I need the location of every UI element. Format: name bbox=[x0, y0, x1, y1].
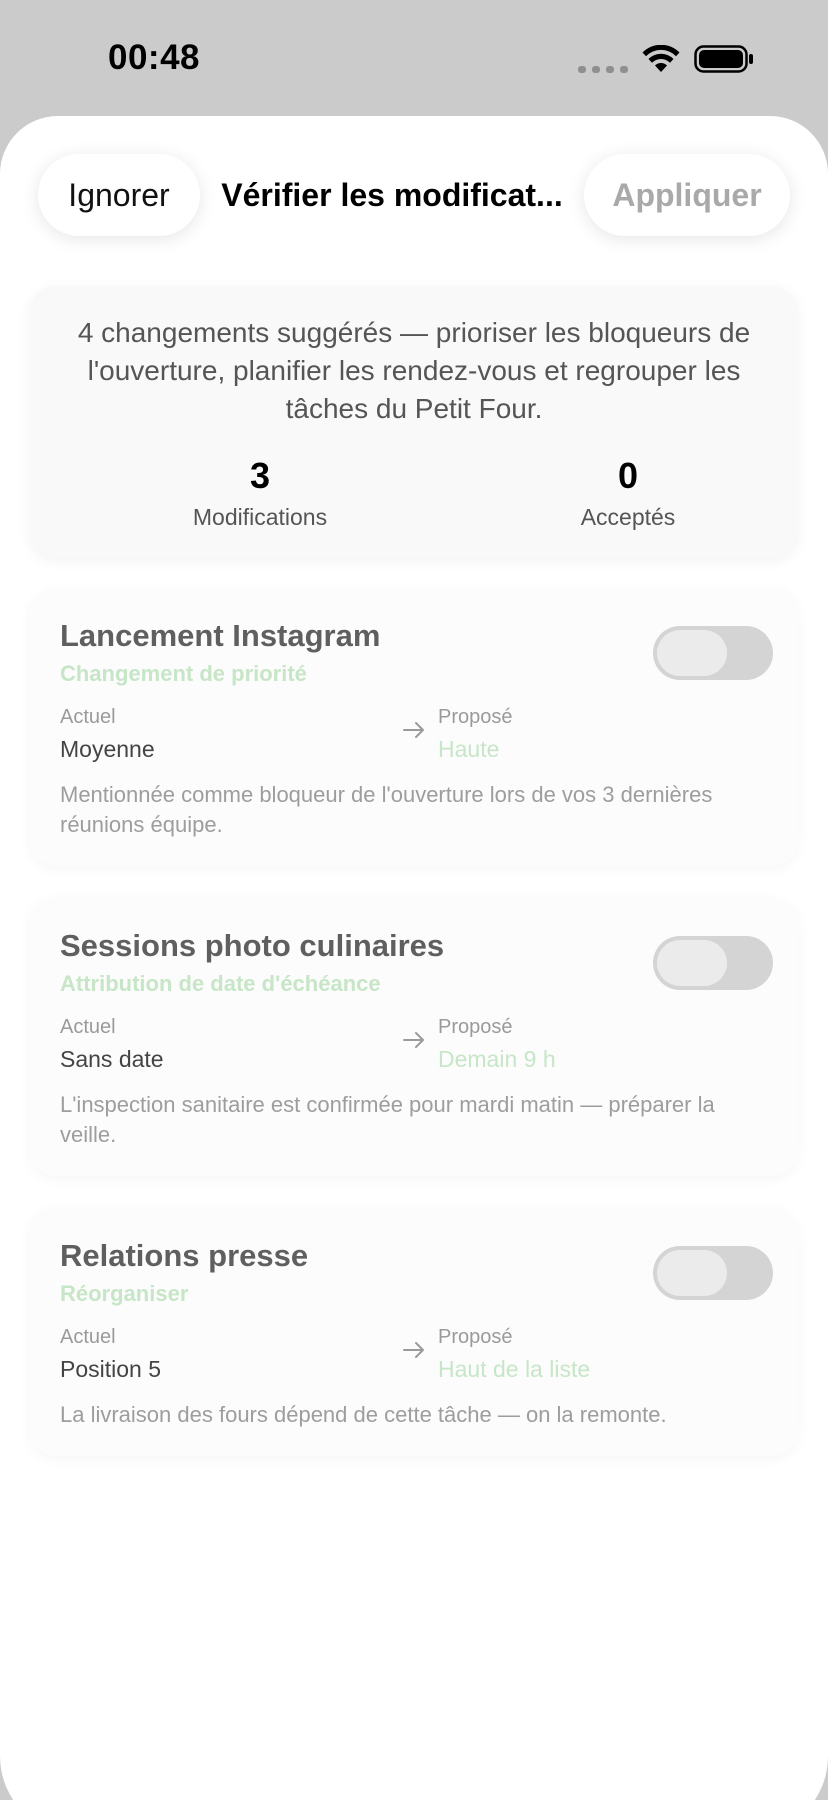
change-reason: La livraison des fours dépend de cette t… bbox=[60, 1402, 667, 1427]
arrow-right-icon bbox=[402, 1340, 426, 1365]
accepted-stat: 0 Acceptés bbox=[478, 454, 778, 531]
change-card-instagram: Lancement Instagram Changement de priori… bbox=[30, 588, 798, 866]
change-card-photo-sessions: Sessions photo culinaires Attribution de… bbox=[30, 898, 798, 1176]
current-label: Actuel bbox=[60, 1016, 116, 1038]
proposed-value: Haut de la liste bbox=[438, 1356, 591, 1382]
change-type: Attribution de date d'échéance bbox=[60, 971, 381, 996]
toggle-knob bbox=[657, 940, 727, 986]
arrow-right-icon bbox=[402, 720, 426, 745]
change-card-press-relations: Relations presse Réorganiser Actuel Posi… bbox=[30, 1208, 798, 1456]
change-title: Sessions photo culinaires bbox=[60, 928, 445, 963]
review-sheet: Ignorer Vérifier les modificat... Appliq… bbox=[0, 116, 828, 1800]
arrow-right-icon bbox=[402, 1030, 426, 1055]
change-reason: Mentionnée comme bloqueur de l'ouverture… bbox=[60, 782, 713, 837]
proposed-value: Demain 9 h bbox=[438, 1046, 556, 1072]
accept-toggle[interactable] bbox=[653, 936, 773, 990]
modifications-label: Modifications bbox=[192, 504, 328, 530]
summary-text: 4 changements suggérés — prioriser les b… bbox=[77, 317, 751, 424]
sheet-title: Vérifier les modificat... bbox=[221, 176, 563, 213]
proposed-value: Haute bbox=[438, 736, 500, 762]
change-title: Relations presse bbox=[60, 1238, 309, 1273]
current-value: Moyenne bbox=[60, 736, 155, 762]
change-title: Lancement Instagram bbox=[60, 618, 381, 653]
accepted-count: 0 bbox=[617, 455, 639, 496]
status-icons bbox=[578, 44, 754, 73]
change-reason: L'inspection sanitaire est confirmée pou… bbox=[60, 1092, 715, 1147]
wifi-icon bbox=[642, 44, 680, 73]
status-bar: 00:48 bbox=[0, 0, 828, 116]
modifications-count: 3 bbox=[249, 455, 271, 496]
current-label: Actuel bbox=[60, 1326, 116, 1348]
toggle-knob bbox=[657, 630, 727, 676]
accept-toggle[interactable] bbox=[653, 1246, 773, 1300]
apply-button[interactable]: Appliquer bbox=[584, 154, 790, 236]
current-value: Sans date bbox=[60, 1046, 164, 1072]
battery-icon bbox=[694, 44, 754, 73]
modifications-stat: 3 Modifications bbox=[110, 454, 410, 531]
proposed-label: Proposé bbox=[438, 1326, 513, 1348]
accept-toggle[interactable] bbox=[653, 626, 773, 680]
proposed-label: Proposé bbox=[438, 1016, 513, 1038]
current-label: Actuel bbox=[60, 706, 116, 728]
toggle-knob bbox=[657, 1250, 727, 1296]
change-type: Changement de priorité bbox=[60, 661, 307, 686]
status-time: 00:48 bbox=[108, 38, 201, 77]
ignore-button[interactable]: Ignorer bbox=[38, 154, 200, 236]
summary-card: 4 changements suggérés — prioriser les b… bbox=[30, 286, 798, 558]
cellular-signal-icon bbox=[578, 66, 628, 73]
change-type: Réorganiser bbox=[60, 1281, 189, 1306]
proposed-label: Proposé bbox=[438, 706, 513, 728]
current-value: Position 5 bbox=[60, 1356, 162, 1382]
accepted-label: Acceptés bbox=[580, 504, 676, 530]
